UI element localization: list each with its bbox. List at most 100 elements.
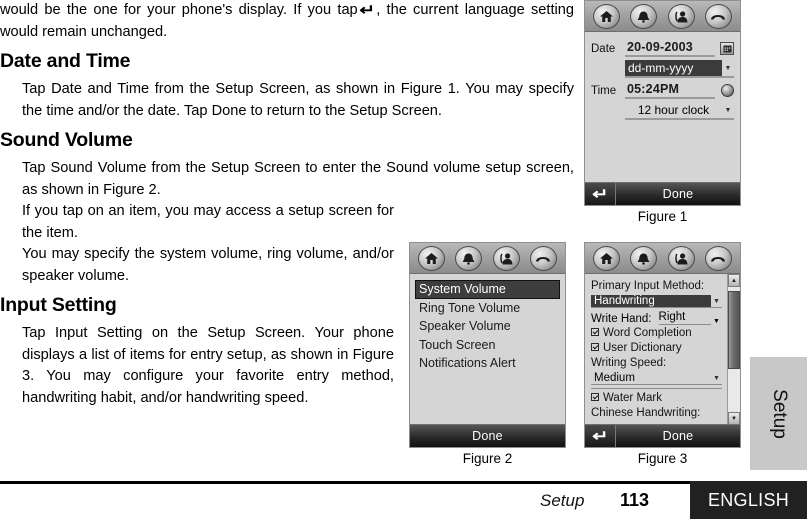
write-hand-value: Right (658, 311, 711, 325)
bottom-action-bar: ↵ Done (585, 182, 740, 205)
enter-key-icon: ↵ (359, 2, 375, 19)
figure-3-input-setting: Primary Input Method: Handwriting ▼ Writ… (584, 242, 741, 448)
writing-speed-value: Medium (594, 372, 635, 384)
chevron-down-icon: ▼ (713, 318, 720, 325)
screen-toolbar (585, 1, 740, 32)
enter-key-icon: ↵ (591, 185, 609, 203)
home-icon[interactable] (418, 245, 446, 271)
list-item-system-volume[interactable]: System Volume (415, 280, 560, 299)
phone-screen-sound-volume: System Volume Ring Tone Volume Speaker V… (409, 242, 566, 448)
contact-help-icon[interactable] (492, 245, 520, 271)
contact-help-icon[interactable] (667, 3, 695, 29)
date-format-value: dd-mm-yyyy (625, 60, 722, 76)
done-button[interactable]: Done (616, 183, 740, 205)
scroll-up-button[interactable]: ▲ (728, 274, 740, 287)
done-button[interactable]: Done (410, 425, 565, 447)
clock-format-row: 12 hour clock ▼ (585, 102, 740, 120)
date-format-select[interactable]: dd-mm-yyyy ▼ (625, 60, 734, 78)
vertical-scrollbar[interactable]: ▲ ▼ (727, 274, 740, 425)
figure-1-date-and-time: Date 20-09-2003 dd-mm-yyyy ▼ Time 05:24P… (584, 0, 741, 206)
chevron-down-icon: ▼ (713, 374, 720, 382)
footer-language-badge: ENGLISH (690, 481, 807, 519)
input-setting-form: Primary Input Method: Handwriting ▼ Writ… (585, 274, 740, 425)
user-dictionary-label: User Dictionary (603, 342, 682, 354)
write-hand-row[interactable]: Write Hand: Right ▼ (591, 311, 722, 325)
paragraph-date-and-time-1: Tap Date and Time from the Setup Screen,… (22, 81, 574, 119)
paragraph-sound-volume-1: Tap Sound Volume from the Setup Screen t… (22, 160, 574, 198)
heading-sound-volume: Sound Volume (0, 129, 133, 151)
bottom-action-bar: ↵ Done (585, 424, 740, 447)
word-completion-checkbox-row[interactable]: Word Completion (591, 326, 722, 341)
footer-divider (0, 481, 807, 484)
end-call-icon[interactable] (704, 3, 732, 29)
primary-input-method-select[interactable]: Handwriting ▼ (591, 295, 722, 308)
scrollbar-thumb[interactable] (728, 291, 740, 369)
sound-volume-list: System Volume Ring Tone Volume Speaker V… (410, 274, 565, 425)
clock-format-select[interactable]: 12 hour clock ▼ (625, 102, 734, 120)
side-tab-setup: Setup (750, 357, 807, 470)
done-button[interactable]: Done (616, 425, 740, 447)
date-format-row: dd-mm-yyyy ▼ (585, 60, 740, 78)
chevron-down-icon: ▼ (713, 297, 720, 305)
water-mark-label: Water Mark (603, 392, 662, 404)
chevron-down-icon: ▼ (724, 106, 732, 114)
screen-toolbar (585, 243, 740, 274)
primary-input-method-label: Primary Input Method: (591, 280, 705, 292)
primary-input-method-value: Handwriting (591, 295, 711, 307)
time-field-row: Time 05:24PM (585, 82, 740, 99)
list-item-speaker-volume[interactable]: Speaker Volume (415, 317, 560, 336)
word-completion-label: Word Completion (603, 327, 692, 339)
screen-toolbar (410, 243, 565, 274)
writing-speed-label: Writing Speed: (591, 357, 667, 369)
scrollbar-track[interactable] (728, 287, 740, 412)
calendar-icon[interactable] (720, 42, 734, 55)
end-call-icon[interactable] (529, 245, 557, 271)
continued-paragraph: would be the one for your phone's displa… (0, 0, 574, 43)
date-field-row: Date 20-09-2003 (585, 40, 740, 57)
figure-2-caption: Figure 2 (462, 451, 513, 466)
phone-screen-input-setting: Primary Input Method: Handwriting ▼ Writ… (584, 242, 741, 448)
footer-section-label: Setup (540, 491, 585, 510)
checkbox-checked-icon (591, 393, 599, 401)
list-item-touch-screen[interactable]: Touch Screen (415, 336, 560, 355)
writing-speed-select[interactable]: Medium ▼ (591, 372, 722, 385)
home-icon[interactable] (593, 3, 621, 29)
side-tab-label: Setup (768, 388, 790, 439)
alarm-bell-icon[interactable] (630, 3, 658, 29)
phone-screen-date-time: Date 20-09-2003 dd-mm-yyyy ▼ Time 05:24P… (584, 0, 741, 206)
date-value[interactable]: 20-09-2003 (625, 40, 715, 57)
list-item-notifications-alert[interactable]: Notifications Alert (415, 354, 560, 373)
continued-paragraph-head: would be the one for your phone's displa… (0, 2, 358, 18)
end-call-icon[interactable] (704, 245, 732, 271)
checkbox-checked-icon (591, 328, 599, 336)
enter-key-icon: ↵ (591, 427, 609, 445)
divider (591, 388, 722, 389)
enter-button[interactable]: ↵ (585, 183, 616, 205)
home-icon[interactable] (593, 245, 621, 271)
clock-icon[interactable] (721, 84, 734, 97)
list-item-ring-tone-volume[interactable]: Ring Tone Volume (415, 299, 560, 318)
date-time-form: Date 20-09-2003 dd-mm-yyyy ▼ Time 05:24P… (585, 32, 740, 183)
heading-date-and-time: Date and Time (0, 50, 131, 72)
paragraph-sound-volume-2: If you tap on an item, you may access a … (22, 203, 394, 241)
page-footer: Setup 113 ENGLISH (0, 481, 807, 519)
bottom-action-bar: Done (410, 424, 565, 447)
contact-help-icon[interactable] (667, 245, 695, 271)
time-value[interactable]: 05:24PM (625, 82, 715, 99)
checkbox-checked-icon (591, 343, 599, 351)
alarm-bell-icon[interactable] (455, 245, 483, 271)
user-dictionary-checkbox-row[interactable]: User Dictionary (591, 341, 722, 356)
paragraph-input-setting-1: Tap Input Setting on the Setup Screen. Y… (22, 325, 394, 406)
date-label: Date (591, 42, 616, 55)
figure-2-sound-volume: System Volume Ring Tone Volume Speaker V… (409, 242, 566, 448)
alarm-bell-icon[interactable] (630, 245, 658, 271)
chevron-down-icon: ▼ (724, 64, 732, 72)
write-hand-label: Write Hand: (591, 313, 652, 325)
enter-button[interactable]: ↵ (585, 425, 616, 447)
water-mark-checkbox-row[interactable]: Water Mark (591, 391, 722, 406)
paragraph-sound-volume-3: You may specify the system volume, ring … (22, 246, 394, 284)
page-number: 113 (620, 490, 650, 510)
clock-format-value: 12 hour clock (637, 103, 710, 117)
chinese-handwriting-label: Chinese Handwriting: (591, 407, 701, 419)
figure-1-caption: Figure 1 (637, 209, 688, 224)
